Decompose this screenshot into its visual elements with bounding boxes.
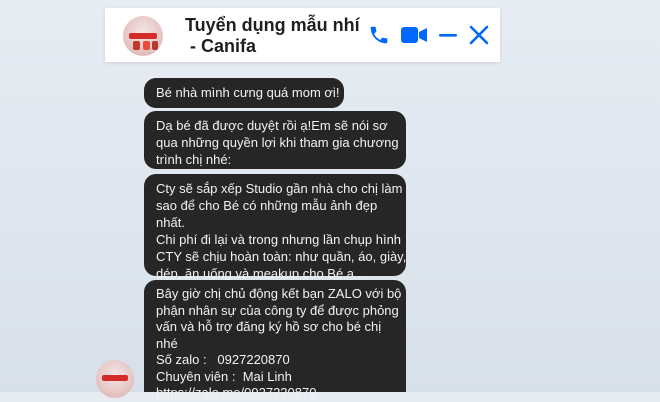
avatar-figure <box>133 41 140 50</box>
close-icon[interactable] <box>468 24 490 46</box>
phone-icon[interactable] <box>368 24 390 46</box>
message-line: Chi phí đi lại và trong nhưng lần chụp h… <box>156 232 402 247</box>
chat-header: Tuyển dụng mẫu nhí - Canifa <box>105 8 500 62</box>
chat-title-line2: - Canifa <box>185 36 257 56</box>
header-actions <box>368 23 490 47</box>
avatar-figure <box>143 41 150 50</box>
sender-avatar[interactable] <box>96 360 134 398</box>
message-line: Cty sẽ sắp xếp Studio gần nhà cho chị là… <box>156 181 403 196</box>
message-line: trình chị nhé: <box>156 152 232 167</box>
avatar-logo-bar <box>129 33 157 39</box>
message-line: nhất. <box>156 215 185 230</box>
chat-title-line1: Tuyển dụng mẫu nhí <box>185 15 360 35</box>
specialist-name: Chuyên viên : Mai Linh <box>156 368 292 384</box>
chat-title: Tuyển dụng mẫu nhí - Canifa <box>185 15 375 57</box>
avatar-logo-bar <box>102 375 128 381</box>
avatar-figure <box>152 41 158 50</box>
message-line: Dạ bé đã được duyệt rồi ạ!Em sẽ nói sơ <box>156 118 388 133</box>
message-bubble: Dạ bé đã được duyệt rồi ạ!Em sẽ nói sơ q… <box>144 111 406 169</box>
message-bubble: Bé nhà mình cưng quá mom ơi! <box>144 78 344 108</box>
message-bubble: Bây giờ chị chủ động kết bạn ZALO với bộ… <box>144 280 406 400</box>
message-line: qua những quyền lợi khi tham gia chương <box>156 135 399 150</box>
zalo-link[interactable]: https://zalo.me/0927220870 <box>156 385 392 402</box>
message-bubble: Cty sẽ sắp xếp Studio gần nhà cho chị là… <box>144 174 407 281</box>
video-icon[interactable] <box>400 24 428 46</box>
message-line: Bé nhà mình cưng quá mom ơi! <box>156 85 340 100</box>
zalo-number: Số zalo : 0927220870 <box>156 352 290 367</box>
minimize-icon[interactable] <box>438 24 458 46</box>
message-line: Bây giờ chị chủ động kết bạn ZALO với bộ <box>156 286 402 301</box>
contact-avatar[interactable] <box>123 16 163 56</box>
message-line: vấn và hỗ trợ đăng ký hồ sơ cho bé chị <box>156 319 382 334</box>
message-line: phận nhân sự của công ty để được phỏng <box>156 302 399 318</box>
message-line: sao để cho Bé có những mẫu ảnh đẹp <box>156 198 378 213</box>
message-line: CTY sẽ chịu hoàn toàn: như quần, áo, già… <box>156 249 407 264</box>
message-line: nhé <box>156 335 178 351</box>
